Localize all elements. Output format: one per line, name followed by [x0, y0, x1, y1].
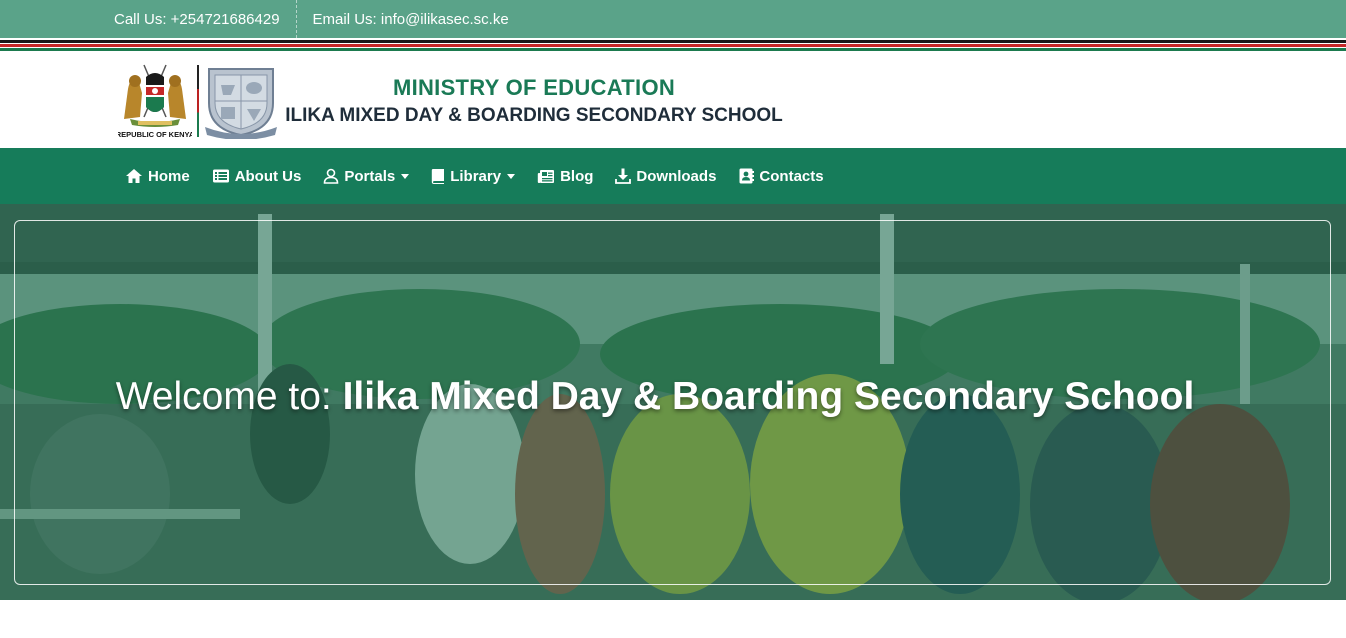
nav-contacts-label: Contacts [759, 167, 824, 185]
nav-about-us[interactable]: About Us [212, 167, 302, 185]
contact-book-icon [739, 168, 755, 184]
call-us-link[interactable]: Call Us: +254721686429 [0, 0, 297, 38]
nav-contacts[interactable]: Contacts [738, 167, 824, 185]
main-navbar: Home About Us Portals Library Blog Downl… [0, 148, 1346, 204]
nav-library-dropdown[interactable]: Library [431, 167, 516, 185]
chevron-down-icon [507, 173, 516, 179]
nav-blog[interactable]: Blog [537, 168, 593, 185]
home-icon [126, 169, 142, 183]
hero-welcome-prefix: Welcome to: [115, 375, 343, 418]
site-header: REPUBLIC OF KENYA MINISTRY OF EDUCATION … [0, 51, 1346, 148]
email-us-link[interactable]: Email Us: info@ilikasec.sc.ke [297, 0, 509, 38]
chevron-down-icon [401, 173, 410, 179]
nav-home[interactable]: Home [125, 168, 190, 185]
list-icon [212, 169, 229, 183]
school-name-header: ILIKA MIXED DAY & BOARDING SECONDARY SCH… [285, 105, 783, 126]
nav-library-label: Library [450, 167, 502, 185]
hero-school-name: Ilika Mixed Day & Boarding Secondary Sch… [342, 375, 1195, 418]
nav-portals-label: Portals [344, 167, 396, 185]
nav-about-us-label: About Us [234, 167, 302, 185]
hero-welcome-heading: Welcome to: Ilika Mixed Day & Boarding S… [0, 375, 1310, 419]
user-icon [324, 168, 339, 184]
page-bottom-spacer [0, 600, 1346, 637]
kenya-coat-of-arms-logo[interactable]: REPUBLIC OF KENYA [118, 59, 192, 139]
logo-divider [197, 65, 199, 137]
newspaper-icon [537, 169, 555, 183]
nav-downloads[interactable]: Downloads [615, 168, 716, 185]
top-contact-bar: Call Us: +254721686429 Email Us: info@il… [0, 0, 1346, 38]
book-icon [432, 169, 445, 184]
download-icon [615, 168, 632, 184]
republic-of-kenya-caption: REPUBLIC OF KENYA [118, 130, 192, 139]
nav-home-label: Home [148, 167, 190, 185]
hero-banner: Welcome to: Ilika Mixed Day & Boarding S… [0, 204, 1346, 600]
nav-downloads-label: Downloads [636, 167, 717, 185]
kenya-flag-stripes [0, 38, 1346, 51]
nav-portals-dropdown[interactable]: Portals [323, 167, 410, 185]
school-crest-logo[interactable] [201, 63, 281, 139]
nav-blog-label: Blog [560, 167, 594, 185]
ministry-title: MINISTRY OF EDUCATION [392, 75, 676, 100]
